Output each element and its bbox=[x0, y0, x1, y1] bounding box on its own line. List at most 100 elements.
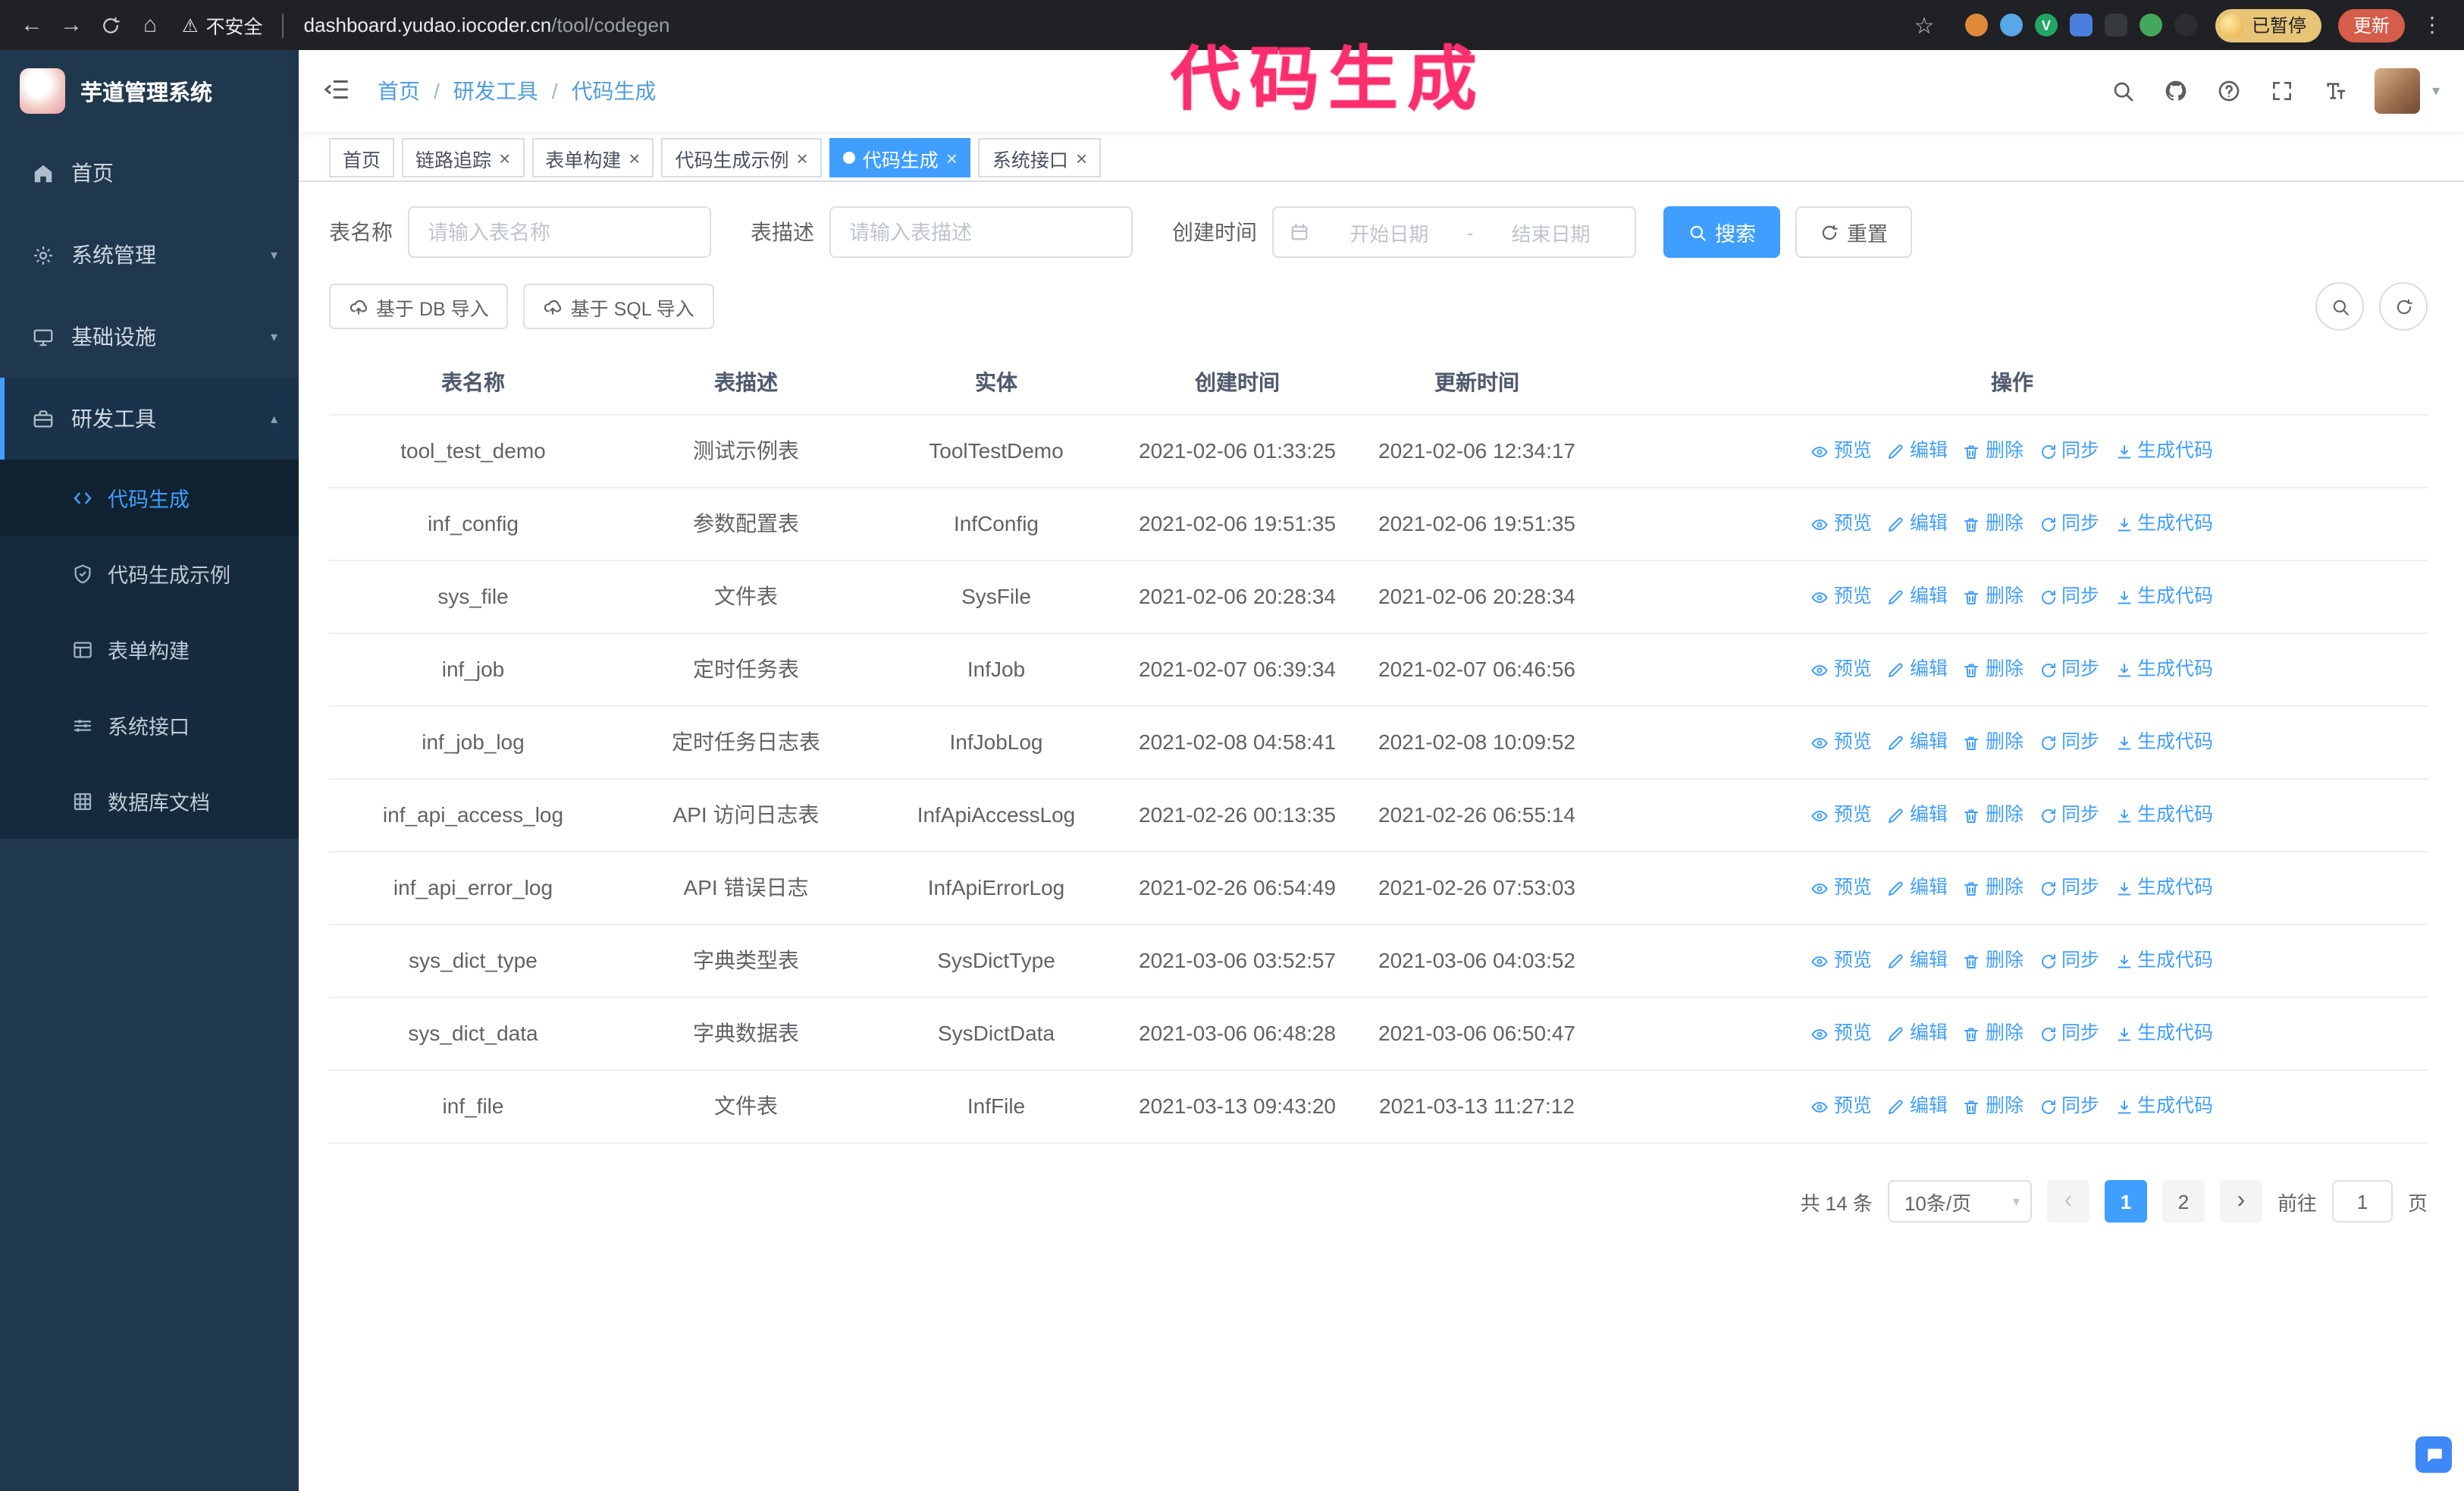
back-icon[interactable]: ← bbox=[15, 8, 49, 42]
row-action-preview[interactable]: 预览 bbox=[1811, 1089, 1872, 1124]
row-action-edit[interactable]: 编辑 bbox=[1887, 579, 1948, 614]
tab-close-icon[interactable]: × bbox=[499, 148, 510, 168]
sidebar-item-devtools[interactable]: 研发工具 ▴ bbox=[0, 378, 299, 460]
row-action-generate[interactable]: 生成代码 bbox=[2114, 943, 2213, 978]
font-size-icon[interactable] bbox=[2321, 77, 2349, 105]
row-action-delete[interactable]: 删除 bbox=[1963, 871, 2024, 906]
refresh-table-button[interactable] bbox=[2379, 282, 2428, 331]
breadcrumb-item[interactable]: 首页 bbox=[378, 76, 420, 106]
page-button-1[interactable]: 1 bbox=[2104, 1180, 2147, 1223]
row-action-sync[interactable]: 同步 bbox=[2039, 1089, 2099, 1124]
table-desc-input[interactable] bbox=[829, 206, 1133, 258]
row-action-preview[interactable]: 预览 bbox=[1811, 798, 1872, 833]
search-icon[interactable] bbox=[2109, 77, 2136, 105]
row-action-generate[interactable]: 生成代码 bbox=[2114, 652, 2213, 687]
sidebar-item-form-builder[interactable]: 表单构建 bbox=[0, 611, 299, 687]
import-sql-button[interactable]: 基于 SQL 导入 bbox=[523, 284, 714, 329]
goto-page-input[interactable] bbox=[2331, 1180, 2393, 1223]
security-chip[interactable]: ⚠ 不安全 bbox=[182, 11, 263, 39]
row-action-edit[interactable]: 编辑 bbox=[1887, 434, 1948, 469]
row-action-preview[interactable]: 预览 bbox=[1811, 507, 1872, 541]
row-action-edit[interactable]: 编辑 bbox=[1887, 507, 1948, 541]
user-caret-icon[interactable]: ▾ bbox=[2432, 83, 2440, 99]
sidebar-fold-icon[interactable] bbox=[323, 76, 353, 106]
row-action-sync[interactable]: 同步 bbox=[2039, 943, 2099, 978]
row-action-sync[interactable]: 同步 bbox=[2039, 725, 2099, 760]
page-size-select[interactable]: 10条/页 ▾ bbox=[1887, 1180, 2032, 1223]
tab-trace[interactable]: 链路追踪 × bbox=[402, 138, 525, 177]
row-action-edit[interactable]: 编辑 bbox=[1887, 1016, 1948, 1051]
row-action-preview[interactable]: 预览 bbox=[1811, 943, 1872, 978]
help-icon[interactable] bbox=[2215, 77, 2243, 105]
reload-icon[interactable] bbox=[94, 8, 127, 42]
tab-close-icon[interactable]: × bbox=[1076, 148, 1087, 168]
extension-blue-drop-icon[interactable] bbox=[1999, 14, 2023, 36]
row-action-delete[interactable]: 删除 bbox=[1963, 725, 2024, 760]
sidebar-item-infra[interactable]: 基础设施 ▾ bbox=[0, 296, 299, 378]
row-action-preview[interactable]: 预览 bbox=[1811, 725, 1872, 760]
profile-paused-badge[interactable]: 已暂停 bbox=[2215, 8, 2321, 42]
browser-menu-icon[interactable]: ⋮ bbox=[2415, 8, 2449, 42]
row-action-sync[interactable]: 同步 bbox=[2039, 1016, 2099, 1051]
sidebar-item-system[interactable]: 系统管理 ▾ bbox=[0, 214, 299, 296]
date-range-picker[interactable]: 开始日期 - 结束日期 bbox=[1272, 206, 1636, 258]
floating-widget[interactable] bbox=[2415, 1436, 2452, 1473]
table-name-input[interactable] bbox=[408, 206, 711, 258]
tab-codegen-example[interactable]: 代码生成示例 × bbox=[661, 138, 822, 177]
import-db-button[interactable]: 基于 DB 导入 bbox=[329, 284, 509, 329]
row-action-sync[interactable]: 同步 bbox=[2039, 434, 2099, 469]
row-action-preview[interactable]: 预览 bbox=[1811, 579, 1872, 614]
row-action-sync[interactable]: 同步 bbox=[2039, 652, 2099, 687]
row-action-edit[interactable]: 编辑 bbox=[1887, 798, 1948, 833]
tab-close-icon[interactable]: × bbox=[629, 148, 640, 168]
row-action-delete[interactable]: 删除 bbox=[1963, 1016, 2024, 1051]
extension-dark-icon[interactable] bbox=[2104, 14, 2127, 36]
url-bar[interactable]: dashboard.yudao.iocoder.cn/tool/codegen bbox=[304, 14, 1895, 36]
row-action-delete[interactable]: 删除 bbox=[1963, 798, 2024, 833]
sidebar-item-codegen-example[interactable]: 代码生成示例 bbox=[0, 535, 299, 611]
row-action-edit[interactable]: 编辑 bbox=[1887, 943, 1948, 978]
github-icon[interactable] bbox=[2162, 77, 2190, 105]
prev-page-button[interactable]: ‹ bbox=[2046, 1180, 2089, 1223]
row-action-generate[interactable]: 生成代码 bbox=[2114, 871, 2213, 906]
row-action-edit[interactable]: 编辑 bbox=[1887, 652, 1948, 687]
row-action-delete[interactable]: 删除 bbox=[1963, 434, 2024, 469]
extension-people-icon[interactable] bbox=[2069, 14, 2093, 36]
row-action-generate[interactable]: 生成代码 bbox=[2114, 1016, 2213, 1051]
extension-pin-icon[interactable] bbox=[2174, 14, 2197, 36]
row-action-generate[interactable]: 生成代码 bbox=[2114, 1089, 2213, 1124]
row-action-sync[interactable]: 同步 bbox=[2039, 798, 2099, 833]
row-action-delete[interactable]: 删除 bbox=[1963, 1089, 2024, 1124]
row-action-sync[interactable]: 同步 bbox=[2039, 507, 2099, 541]
search-button[interactable]: 搜索 bbox=[1663, 206, 1780, 258]
row-action-sync[interactable]: 同步 bbox=[2039, 871, 2099, 906]
next-page-button[interactable]: › bbox=[2219, 1180, 2262, 1223]
tab-close-icon[interactable]: × bbox=[797, 148, 808, 168]
sidebar-item-codegen[interactable]: 代码生成 bbox=[0, 460, 299, 535]
row-action-generate[interactable]: 生成代码 bbox=[2114, 507, 2213, 541]
tab-close-icon[interactable]: × bbox=[946, 148, 958, 168]
row-action-sync[interactable]: 同步 bbox=[2039, 579, 2099, 614]
row-action-preview[interactable]: 预览 bbox=[1811, 871, 1872, 906]
tab-codegen[interactable]: 代码生成 × bbox=[829, 138, 971, 177]
extension-leaf-icon[interactable] bbox=[2139, 14, 2162, 36]
reset-button[interactable]: 重置 bbox=[1795, 206, 1912, 258]
tab-system-api[interactable]: 系统接口 × bbox=[978, 138, 1102, 177]
home-icon[interactable]: ⌂ bbox=[133, 8, 167, 42]
extension-green-check-icon[interactable]: V bbox=[2034, 14, 2058, 36]
row-action-generate[interactable]: 生成代码 bbox=[2114, 434, 2213, 469]
page-button-2[interactable]: 2 bbox=[2161, 1180, 2205, 1223]
row-action-preview[interactable]: 预览 bbox=[1811, 1016, 1872, 1051]
row-action-preview[interactable]: 预览 bbox=[1811, 434, 1872, 469]
bookmark-star-icon[interactable]: ☆ bbox=[1908, 8, 1941, 42]
extension-orange-icon[interactable] bbox=[1964, 14, 1988, 36]
user-avatar[interactable] bbox=[2374, 68, 2420, 114]
app-logo[interactable]: 芋道管理系统 bbox=[0, 50, 299, 132]
sidebar-item-system-api[interactable]: 系统接口 bbox=[0, 687, 299, 763]
row-action-preview[interactable]: 预览 bbox=[1811, 652, 1872, 687]
forward-icon[interactable]: → bbox=[55, 8, 88, 42]
row-action-generate[interactable]: 生成代码 bbox=[2114, 725, 2213, 760]
sidebar-item-db-doc[interactable]: 数据库文档 bbox=[0, 763, 299, 839]
row-action-edit[interactable]: 编辑 bbox=[1887, 871, 1948, 906]
breadcrumb-item[interactable]: 研发工具 bbox=[453, 76, 538, 106]
